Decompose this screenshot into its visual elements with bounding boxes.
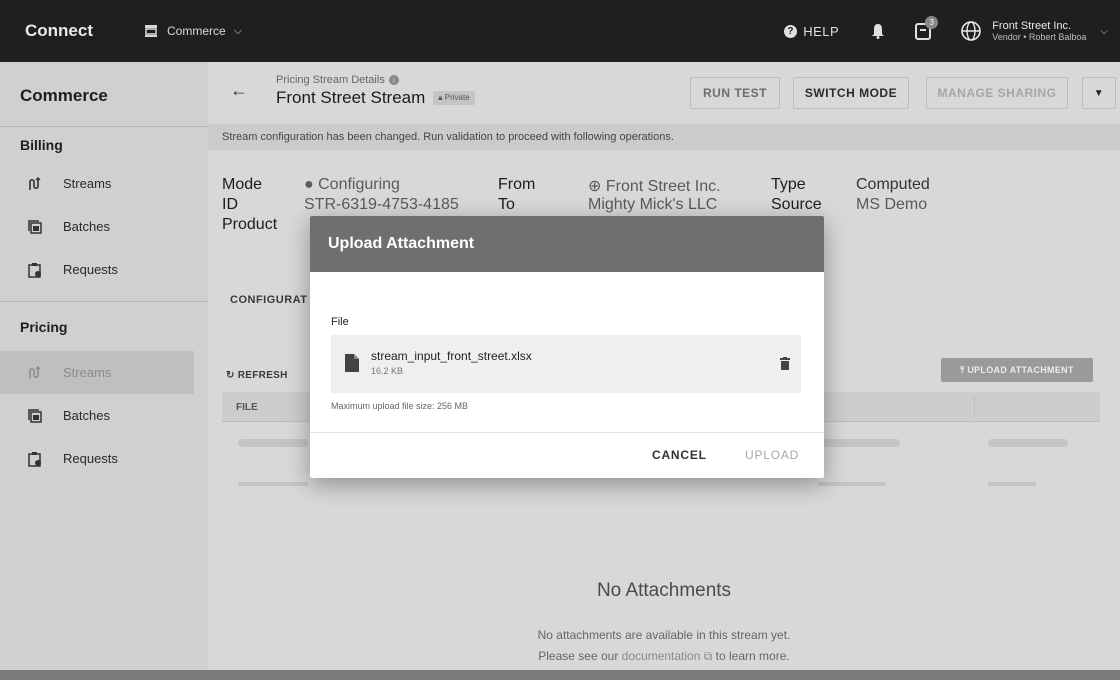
dialog-title: Upload Attachment bbox=[310, 216, 824, 272]
file-icon bbox=[345, 354, 359, 372]
cancel-button[interactable]: CANCEL bbox=[652, 448, 707, 462]
trash-icon[interactable] bbox=[780, 357, 790, 370]
dialog-divider bbox=[310, 432, 824, 433]
modal-overlay: Upload Attachment File stream_input_fron… bbox=[0, 0, 1120, 680]
file-name: stream_input_front_street.xlsx bbox=[371, 349, 532, 363]
file-size: 16.2 KB bbox=[371, 366, 404, 376]
selected-file: stream_input_front_street.xlsx 16.2 KB bbox=[331, 335, 801, 393]
max-upload-size-hint: Maximum upload file size: 256 MB bbox=[331, 401, 469, 411]
file-field-label: File bbox=[331, 316, 349, 328]
upload-button[interactable]: UPLOAD bbox=[745, 448, 799, 462]
upload-attachment-dialog: Upload Attachment File stream_input_fron… bbox=[310, 216, 824, 478]
